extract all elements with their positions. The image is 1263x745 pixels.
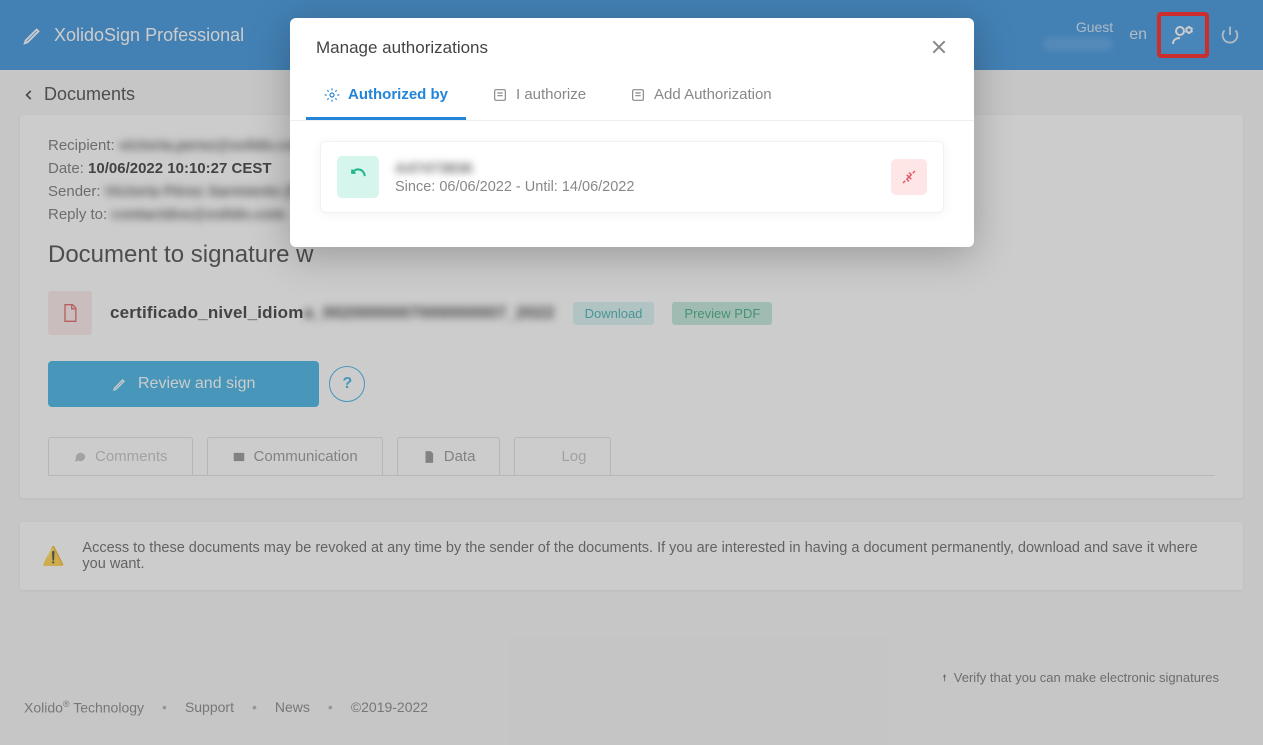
refresh-icon	[348, 167, 368, 187]
tab-i-authorize[interactable]: I authorize	[474, 72, 604, 120]
auth-entity-name: A47473836	[395, 160, 875, 177]
modal-tabs: Authorized by I authorize Add Authorizat…	[290, 72, 974, 121]
list-icon	[492, 87, 508, 103]
gear-icon	[324, 87, 340, 103]
auth-date-range: Since: 06/06/2022 - Until: 14/06/2022	[395, 179, 875, 195]
modal-title: Manage authorizations	[316, 38, 488, 58]
revoke-button[interactable]	[891, 159, 927, 195]
close-icon[interactable]	[930, 39, 948, 57]
refresh-button[interactable]	[337, 156, 379, 198]
list-icon	[630, 87, 646, 103]
tab-add-authorization[interactable]: Add Authorization	[612, 72, 790, 120]
authorization-entry: A47473836 Since: 06/06/2022 - Until: 14/…	[320, 141, 944, 213]
manage-authorizations-modal: Manage authorizations Authorized by I au…	[290, 18, 974, 247]
unplug-icon	[900, 168, 918, 186]
tab-authorized-by[interactable]: Authorized by	[306, 72, 466, 120]
